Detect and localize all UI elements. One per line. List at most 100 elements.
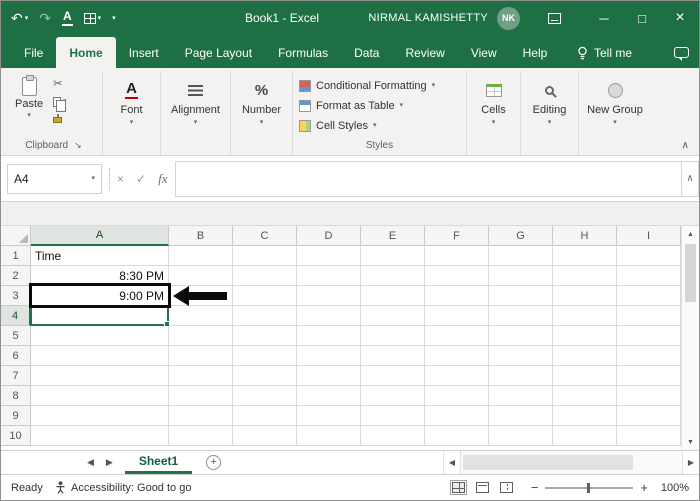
- cell-H5[interactable]: [553, 326, 617, 346]
- cell-D10[interactable]: [297, 426, 361, 446]
- column-header-d[interactable]: D: [297, 226, 361, 246]
- scroll-down-icon[interactable]: ▼: [682, 434, 699, 450]
- cell-F4[interactable]: [425, 306, 489, 326]
- maximize-button[interactable]: □: [623, 1, 661, 35]
- cell-B3[interactable]: [169, 286, 233, 306]
- cell-E8[interactable]: [361, 386, 425, 406]
- cell-I3[interactable]: [617, 286, 681, 306]
- collapse-ribbon-button[interactable]: ∧: [682, 140, 689, 151]
- tab-view[interactable]: View: [458, 37, 510, 68]
- zoom-slider[interactable]: [545, 487, 633, 489]
- row-header-2[interactable]: 2: [1, 266, 31, 286]
- select-all-button[interactable]: [1, 226, 31, 246]
- cell-C3[interactable]: [233, 286, 297, 306]
- cell-H2[interactable]: [553, 266, 617, 286]
- cell-C6[interactable]: [233, 346, 297, 366]
- cancel-button[interactable]: ×: [117, 172, 124, 186]
- tab-page-layout[interactable]: Page Layout: [172, 37, 265, 68]
- fill-handle[interactable]: [164, 321, 170, 327]
- next-sheet-icon[interactable]: ▶: [106, 457, 113, 468]
- scroll-left-icon[interactable]: ◀: [443, 451, 460, 474]
- ribbon-display-options-button[interactable]: [548, 13, 561, 24]
- cell-G2[interactable]: [489, 266, 553, 286]
- conditional-formatting-button[interactable]: Conditional Formatting ▾: [299, 76, 460, 95]
- redo-button[interactable]: ↷: [39, 11, 51, 25]
- paste-button[interactable]: Paste ▾: [9, 73, 49, 125]
- editing-group-button[interactable]: Editing ▾: [525, 73, 574, 126]
- format-painter-button[interactable]: [53, 112, 67, 125]
- tab-help[interactable]: Help: [510, 37, 561, 68]
- new-group-button[interactable]: New Group ▾: [583, 73, 647, 126]
- row-header-9[interactable]: 9: [1, 406, 31, 426]
- cell-F5[interactable]: [425, 326, 489, 346]
- cell-A6[interactable]: [31, 346, 169, 366]
- cell-B2[interactable]: [169, 266, 233, 286]
- cell-C4[interactable]: [233, 306, 297, 326]
- cell-C2[interactable]: [233, 266, 297, 286]
- cell-B10[interactable]: [169, 426, 233, 446]
- minimize-button[interactable]: ─: [585, 1, 623, 35]
- cell-H9[interactable]: [553, 406, 617, 426]
- cell-F9[interactable]: [425, 406, 489, 426]
- cell-D1[interactable]: [297, 246, 361, 266]
- formula-input[interactable]: [175, 161, 681, 197]
- cell-H4[interactable]: [553, 306, 617, 326]
- horizontal-scrollbar-track[interactable]: [460, 451, 682, 474]
- cell-H1[interactable]: [553, 246, 617, 266]
- cell-E7[interactable]: [361, 366, 425, 386]
- cell-E9[interactable]: [361, 406, 425, 426]
- cell-A7[interactable]: [31, 366, 169, 386]
- cell-D5[interactable]: [297, 326, 361, 346]
- number-group-button[interactable]: % Number ▾: [235, 73, 288, 126]
- cell-C7[interactable]: [233, 366, 297, 386]
- row-header-4[interactable]: 4: [1, 306, 31, 326]
- cell-F8[interactable]: [425, 386, 489, 406]
- cell-I7[interactable]: [617, 366, 681, 386]
- cell-C9[interactable]: [233, 406, 297, 426]
- cell-B8[interactable]: [169, 386, 233, 406]
- cell-D6[interactable]: [297, 346, 361, 366]
- row-header-6[interactable]: 6: [1, 346, 31, 366]
- tab-insert[interactable]: Insert: [116, 37, 172, 68]
- comments-button[interactable]: [674, 47, 689, 68]
- row-header-5[interactable]: 5: [1, 326, 31, 346]
- zoom-slider-thumb[interactable]: [587, 483, 590, 493]
- font-group-button[interactable]: A Font ▾: [107, 73, 156, 126]
- cell-B7[interactable]: [169, 366, 233, 386]
- cell-I9[interactable]: [617, 406, 681, 426]
- zoom-out-button[interactable]: −: [531, 481, 539, 494]
- sheet-tab-sheet1[interactable]: Sheet1: [125, 451, 192, 474]
- tab-home[interactable]: Home: [56, 37, 115, 68]
- cell-I6[interactable]: [617, 346, 681, 366]
- column-header-b[interactable]: B: [169, 226, 233, 246]
- alignment-group-button[interactable]: Alignment ▾: [165, 73, 226, 126]
- cell-B1[interactable]: [169, 246, 233, 266]
- cell-F10[interactable]: [425, 426, 489, 446]
- column-header-c[interactable]: C: [233, 226, 297, 246]
- accessibility-checker-button[interactable]: Accessibility: Good to go: [55, 481, 191, 494]
- normal-view-icon[interactable]: [452, 482, 465, 493]
- tab-file[interactable]: File: [11, 37, 56, 68]
- cell-G5[interactable]: [489, 326, 553, 346]
- cell-G3[interactable]: [489, 286, 553, 306]
- cell-A10[interactable]: [31, 426, 169, 446]
- cell-A2[interactable]: 8:30 PM: [31, 266, 169, 286]
- tell-me-button[interactable]: Tell me: [577, 46, 632, 68]
- cells-group-button[interactable]: Cells ▾: [471, 73, 516, 126]
- underline-button[interactable]: A: [62, 10, 73, 25]
- cell-D9[interactable]: [297, 406, 361, 426]
- cell-G1[interactable]: [489, 246, 553, 266]
- cell-B9[interactable]: [169, 406, 233, 426]
- column-header-h[interactable]: H: [553, 226, 617, 246]
- close-button[interactable]: ×: [661, 1, 699, 35]
- cell-C5[interactable]: [233, 326, 297, 346]
- cell-A3[interactable]: 9:00 PM: [31, 286, 169, 306]
- cell-I1[interactable]: [617, 246, 681, 266]
- cell-I10[interactable]: [617, 426, 681, 446]
- cell-A9[interactable]: [31, 406, 169, 426]
- cell-A1[interactable]: Time: [31, 246, 169, 266]
- cell-H7[interactable]: [553, 366, 617, 386]
- cell-D7[interactable]: [297, 366, 361, 386]
- tab-review[interactable]: Review: [392, 37, 457, 68]
- tab-formulas[interactable]: Formulas: [265, 37, 341, 68]
